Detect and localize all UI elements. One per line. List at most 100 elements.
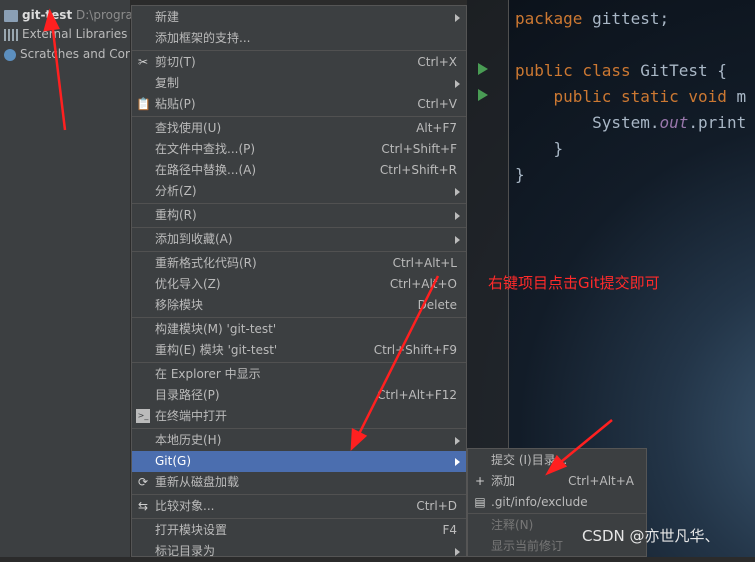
menu-item-directory-path[interactable]: 目录路径(P) Ctrl+Alt+F12 <box>132 385 466 406</box>
menu-item-reformat-code[interactable]: 重新格式化代码(R) Ctrl+Alt+L <box>132 253 466 274</box>
code-keyword: public static void <box>515 87 727 106</box>
menu-item-optimize-imports[interactable]: 优化导入(Z) Ctrl+Alt+O <box>132 274 466 295</box>
menu-item-add-to-favorites[interactable]: 添加到收藏(A) <box>132 229 466 250</box>
code-editor[interactable]: package gittest; public class GitTest { … <box>515 6 746 188</box>
menu-item-analyze[interactable]: 分析(Z) <box>132 181 466 202</box>
git-menu-item-add[interactable]: + 添加 Ctrl+Alt+A <box>468 471 646 492</box>
menu-item-mark-directory-as[interactable]: 标记目录为 <box>132 541 466 562</box>
menu-item-git[interactable]: Git(G) <box>132 451 466 472</box>
code-text: } <box>515 139 564 158</box>
git-menu-item-commit-directory[interactable]: 提交 (I)目录... <box>468 450 646 471</box>
scratches-label: Scratches and Cor <box>20 47 130 61</box>
menu-item-shortcut: Ctrl+Alt+O <box>389 277 457 291</box>
plus-icon: + <box>474 474 486 488</box>
submenu-arrow-icon <box>455 458 460 466</box>
menu-item-label: 本地历史(H) <box>155 433 222 447</box>
menu-item-label: 重构(R) <box>155 208 197 222</box>
menu-item-label: 在 Explorer 中显示 <box>155 367 261 381</box>
submenu-arrow-icon <box>455 14 460 22</box>
menu-separator <box>132 116 466 117</box>
menu-item-build-module[interactable]: 构建模块(M) 'git-test' <box>132 319 466 340</box>
tree-item-project-root[interactable]: git-test D:\progra <box>4 6 133 24</box>
menu-item-label: 在文件中查找...(P) <box>155 142 256 156</box>
submenu-arrow-icon <box>455 437 460 445</box>
menu-item-cut[interactable]: ✂ 剪切(T) Ctrl+X <box>132 52 466 73</box>
submenu-arrow-icon <box>455 548 460 556</box>
menu-separator <box>132 362 466 363</box>
compare-icon: ⇆ <box>137 499 149 513</box>
menu-item-label: 标记目录为 <box>155 544 216 558</box>
git-menu-item-git-info-exclude[interactable]: ▤ .git/info/exclude <box>468 492 646 513</box>
menu-item-rebuild-module[interactable]: 重构(E) 模块 'git-test' Ctrl+Shift+F9 <box>132 340 466 361</box>
submenu-arrow-icon <box>455 236 460 244</box>
library-icon <box>4 28 18 41</box>
menu-item-label: 比较对象... <box>155 499 215 513</box>
menu-item-label: 分析(Z) <box>155 184 197 198</box>
menu-item-compare-with[interactable]: ⇆ 比较对象... Ctrl+D <box>132 496 466 517</box>
code-text: gittest; <box>582 9 670 28</box>
tree-item-scratches[interactable]: Scratches and Cor <box>4 45 130 63</box>
code-text: System. <box>515 113 660 132</box>
menu-item-label: 打开模块设置 <box>155 523 228 537</box>
context-menu: 新建添加框架的支持... ✂ 剪切(T) Ctrl+X 复制 📋 粘贴(P) Ctrl+V 查找… <box>131 5 467 558</box>
code-text: } <box>515 165 525 184</box>
menu-item-label: 添加到收藏(A) <box>155 232 233 246</box>
menu-item-shortcut: Ctrl+Shift+F <box>381 142 457 156</box>
run-main-icon[interactable] <box>478 89 488 101</box>
menu-item-shortcut: Delete <box>417 298 457 312</box>
terminal-icon: >_ <box>136 409 150 423</box>
menu-item-copy[interactable]: 复制 <box>132 73 466 94</box>
menu-item-label: 在终端中打开 <box>155 409 228 423</box>
menu-separator <box>132 317 466 318</box>
file-icon: ▤ <box>474 495 486 509</box>
menu-separator <box>468 513 646 514</box>
menu-item-label: 显示当前修订 <box>491 539 564 553</box>
menu-item-label: 粘贴(P) <box>155 97 196 111</box>
menu-item-shortcut: Ctrl+V <box>417 97 457 111</box>
menu-item-label: 添加 <box>491 474 516 488</box>
menu-item-shortcut: Ctrl+Alt+L <box>392 256 457 270</box>
menu-item-remove-module[interactable]: 移除模块 Delete <box>132 295 466 316</box>
menu-item-open-module-settings[interactable]: 打开模块设置 F4 <box>132 520 466 541</box>
menu-item-show-in-explorer[interactable]: 在 Explorer 中显示 <box>132 364 466 385</box>
menu-item-new[interactable]: 新建 <box>132 7 466 28</box>
menu-item-shortcut: Ctrl+D <box>416 499 457 513</box>
menu-item-label: 重新格式化代码(R) <box>155 256 257 270</box>
menu-item-label: 新建 <box>155 10 180 24</box>
menu-item-label: .git/info/exclude <box>491 495 588 509</box>
scissors-icon: ✂ <box>137 55 149 69</box>
menu-item-add-framework[interactable]: 添加框架的支持... <box>132 28 466 49</box>
code-text: GitTest { <box>630 61 727 80</box>
menu-item-label: 复制 <box>155 76 180 90</box>
project-root-name: git-test <box>22 8 73 22</box>
menu-item-label: 重构(E) 模块 'git-test' <box>155 343 278 357</box>
menu-item-label: Git(G) <box>155 454 191 468</box>
menu-item-reload-from-disk[interactable]: ⟳ 重新从磁盘加载 <box>132 472 466 493</box>
paste-icon: 📋 <box>136 97 151 111</box>
menu-item-label: 目录路径(P) <box>155 388 220 402</box>
menu-item-open-in-terminal[interactable]: >_ 在终端中打开 <box>132 406 466 427</box>
menu-separator <box>132 203 466 204</box>
code-keyword: package <box>515 9 583 28</box>
tree-item-external-libraries[interactable]: External Libraries <box>4 25 127 43</box>
menu-separator <box>132 518 466 519</box>
menu-item-label: 注释(N) <box>491 518 534 532</box>
menu-separator <box>132 50 466 51</box>
menu-item-label: 在路径中替换...(A) <box>155 163 257 177</box>
run-class-icon[interactable] <box>478 63 488 75</box>
code-text: .print <box>688 113 747 132</box>
menu-separator <box>132 251 466 252</box>
menu-item-local-history[interactable]: 本地历史(H) <box>132 430 466 451</box>
reload-icon: ⟳ <box>137 475 149 489</box>
menu-item-label: 查找使用(U) <box>155 121 222 135</box>
menu-item-shortcut: Ctrl+Alt+A <box>568 474 634 488</box>
menu-item-shortcut: Ctrl+X <box>417 55 457 69</box>
menu-item-paste[interactable]: 📋 粘贴(P) Ctrl+V <box>132 94 466 115</box>
menu-item-refactor[interactable]: 重构(R) <box>132 205 466 226</box>
menu-separator <box>132 494 466 495</box>
submenu-arrow-icon <box>455 80 460 88</box>
menu-item-find-usages[interactable]: 查找使用(U) Alt+F7 <box>132 118 466 139</box>
menu-item-replace-in-path[interactable]: 在路径中替换...(A) Ctrl+Shift+R <box>132 160 466 181</box>
code-text: m <box>726 87 747 106</box>
menu-item-find-in-files[interactable]: 在文件中查找...(P) Ctrl+Shift+F <box>132 139 466 160</box>
